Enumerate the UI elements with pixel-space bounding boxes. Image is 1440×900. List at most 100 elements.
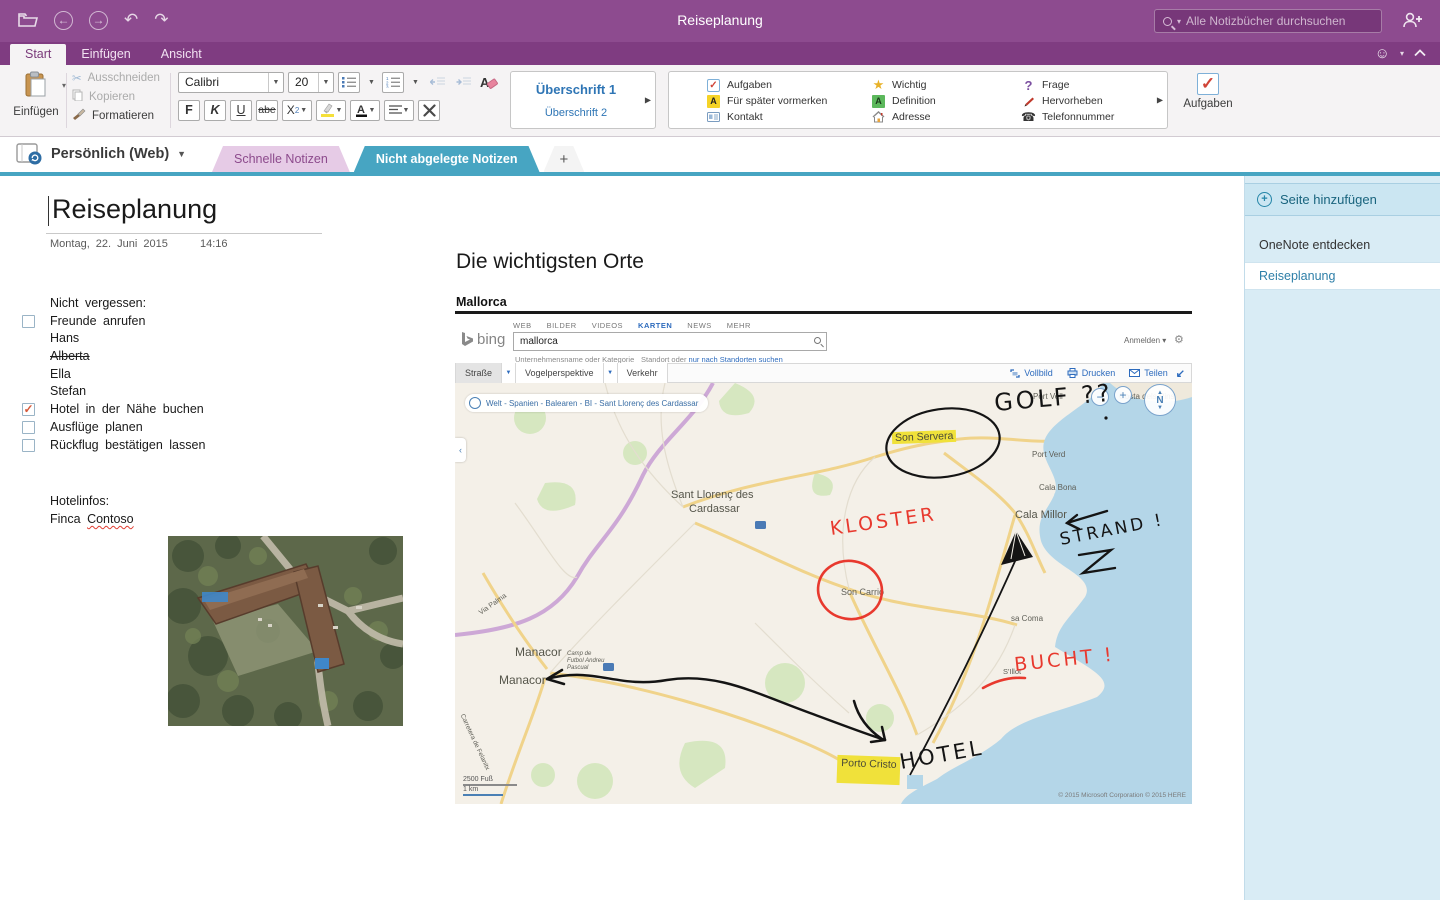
subscript-button[interactable]: X 2 ▼ [282,99,312,121]
tags-gallery: ✓ Aufgaben A Für später vormerken Kontakt … [668,71,1168,129]
strikethrough-button[interactable]: abe [256,99,278,121]
tab-ansicht[interactable]: Ansicht [146,44,217,65]
tags-more-arrow[interactable]: ▶ [1157,96,1163,105]
section-tab-schnelle-notizen[interactable]: Schnelle Notizen [212,146,350,172]
bing-nav-mehr[interactable]: MEHR [727,321,751,330]
misspelled-word[interactable]: Contoso [87,512,134,526]
list-item-text[interactable]: Hans [50,331,79,345]
hotel-name[interactable]: Finca Contoso [50,512,134,526]
chevron-down-icon[interactable]: ▾ [1177,17,1181,26]
list-item-text[interactable]: Ausflüge planen [50,420,143,434]
chevron-down-icon[interactable]: ▼ [603,363,618,383]
map-print-button[interactable]: Drucken [1067,368,1115,378]
bing-search-business-input[interactable]: mallorca [513,332,637,351]
checkbox[interactable] [22,421,35,434]
map-mode-traffic[interactable]: Verkehr [617,363,668,383]
tag-aufgaben[interactable]: ✓ Aufgaben [707,78,872,92]
highlight-button[interactable]: ▼ [316,99,346,121]
page-list-item-reiseplanung[interactable]: Reiseplanung [1245,262,1440,290]
section-heading[interactable]: Die wichtigsten Orte [456,250,644,274]
map-mode-street[interactable]: Straße [456,363,503,383]
map-fullscreen-button[interactable]: Vollbild [1010,368,1053,378]
tag-wichtig[interactable]: ★ Wichtig [872,77,1022,92]
compass-control[interactable]: ▲ N ▼ [1144,384,1176,416]
styles-more-arrow[interactable]: ▶ [645,96,651,105]
tag-telefonnummer[interactable]: ☎ Telefonnummer [1021,110,1167,124]
search-icon[interactable] [814,337,821,344]
list-item-text[interactable]: Stefan [50,384,86,398]
zoom-out-button[interactable]: − [1091,388,1109,406]
copy-button[interactable]: Kopieren [72,89,160,104]
tab-einfuegen[interactable]: Einfügen [66,44,145,65]
font-size-select[interactable]: 20 ▼ [288,71,334,93]
gear-icon[interactable]: ⚙ [1174,333,1184,346]
feedback-smiley-icon[interactable]: ☺ [1375,45,1390,62]
bing-nav-karten[interactable]: KARTEN [638,321,672,330]
bing-nav-web[interactable]: WEB [513,321,532,330]
bold-button[interactable]: F [178,99,200,121]
paste-button[interactable]: ▾ Einfügen [10,71,66,118]
list-item-text[interactable]: Freunde anrufen [50,314,145,328]
chevron-down-icon[interactable]: ▾ [1400,49,1404,58]
bing-nav-news[interactable]: NEWS [687,321,712,330]
notebook-selector[interactable]: Persönlich (Web) ▼ [16,143,186,165]
tag-definition[interactable]: A Definition [872,94,1022,108]
share-person-add-icon[interactable] [1402,11,1424,34]
bing-search-location-input[interactable] [636,332,827,351]
hotel-header[interactable]: Hotelinfos: [50,494,109,508]
outdent-button[interactable] [426,72,448,93]
font-family-select[interactable]: Calibri ▼ [178,71,284,93]
resize-corner-icon[interactable]: ↙ [1176,367,1191,380]
page-list-item-onenote-entdecken[interactable]: OneNote entdecken [1245,232,1440,258]
paragraph-align-button[interactable]: ▼ [384,99,414,121]
checkbox-checked[interactable]: ✓ [22,403,35,416]
tag-hervorheben[interactable]: Hervorheben [1022,95,1167,108]
zoom-in-button[interactable]: + [1114,386,1132,404]
todo-tag-button[interactable]: ✓ Aufgaben [1180,71,1236,110]
page-title[interactable]: Reiseplanung [52,194,217,225]
numbered-list-dropdown[interactable]: ▼ [408,72,422,93]
list-item-text[interactable]: Alberta [50,349,90,363]
underline-button[interactable]: U [230,99,252,121]
house-icon [872,111,885,124]
checkbox[interactable] [22,439,35,452]
bing-nav-bilder[interactable]: BILDER [547,321,577,330]
indent-button[interactable] [452,72,474,93]
tag-fuer-spaeter[interactable]: A Für später vormerken [707,94,872,108]
tab-start[interactable]: Start [10,44,67,65]
map-share-button[interactable]: Teilen [1129,368,1168,378]
bing-signin-link[interactable]: Anmelden ▾ [1124,336,1166,345]
font-color-button[interactable]: A ▼ [350,99,380,121]
tag-frage[interactable]: ? Frage [1022,78,1167,93]
section-tab-nicht-abgelegte-notizen[interactable]: Nicht abgelegte Notizen [354,146,540,172]
checkbox[interactable] [22,315,35,328]
format-painter-button[interactable]: Formatieren [72,108,160,123]
bing-nav-videos[interactable]: VIDEOS [592,321,623,330]
list-item-text[interactable]: Rückflug bestätigen lassen [50,438,205,452]
clear-formatting-button[interactable]: A [478,72,500,93]
delete-button[interactable] [418,99,440,121]
bing-map[interactable]: Port Vell Costa dels Pins Son Servera Po… [455,383,1192,804]
chevron-down-icon[interactable]: ▼ [502,363,517,383]
map-caption[interactable]: Mallorca [456,295,507,309]
bullet-list-dropdown[interactable]: ▼ [364,72,378,93]
tag-adresse[interactable]: Adresse [872,111,1022,124]
style-heading2[interactable]: Überschrift 2 [511,107,641,119]
collapse-ribbon-icon[interactable] [1414,44,1426,62]
bullet-list-button[interactable] [338,71,360,93]
style-heading1[interactable]: Überschrift 1 [511,82,641,97]
hotel-aerial-photo[interactable] [168,536,403,726]
numbered-list-button[interactable]: 123 [382,71,404,93]
search-input[interactable]: ▾ Alle Notizbücher durchsuchen [1154,9,1382,33]
cut-button[interactable]: ✂ Ausschneiden [72,71,160,85]
collapse-panel-arrow[interactable]: ‹ [455,438,466,462]
tag-kontakt[interactable]: Kontakt [707,111,872,124]
map-mode-birdseye[interactable]: Vogelperspektive [516,363,604,383]
list-header[interactable]: Nicht vergessen: [50,296,146,310]
add-page-button[interactable]: + Seite hinzufügen [1245,183,1440,216]
map-breadcrumb[interactable]: Welt - Spanien - Balearen - BI - Sant Ll… [465,394,709,412]
list-item-text[interactable]: Hotel in der Nähe buchen [50,402,204,416]
italic-button[interactable]: K [204,99,226,121]
list-item-text[interactable]: Ella [50,367,71,381]
new-section-tab[interactable]: + [544,146,585,172]
